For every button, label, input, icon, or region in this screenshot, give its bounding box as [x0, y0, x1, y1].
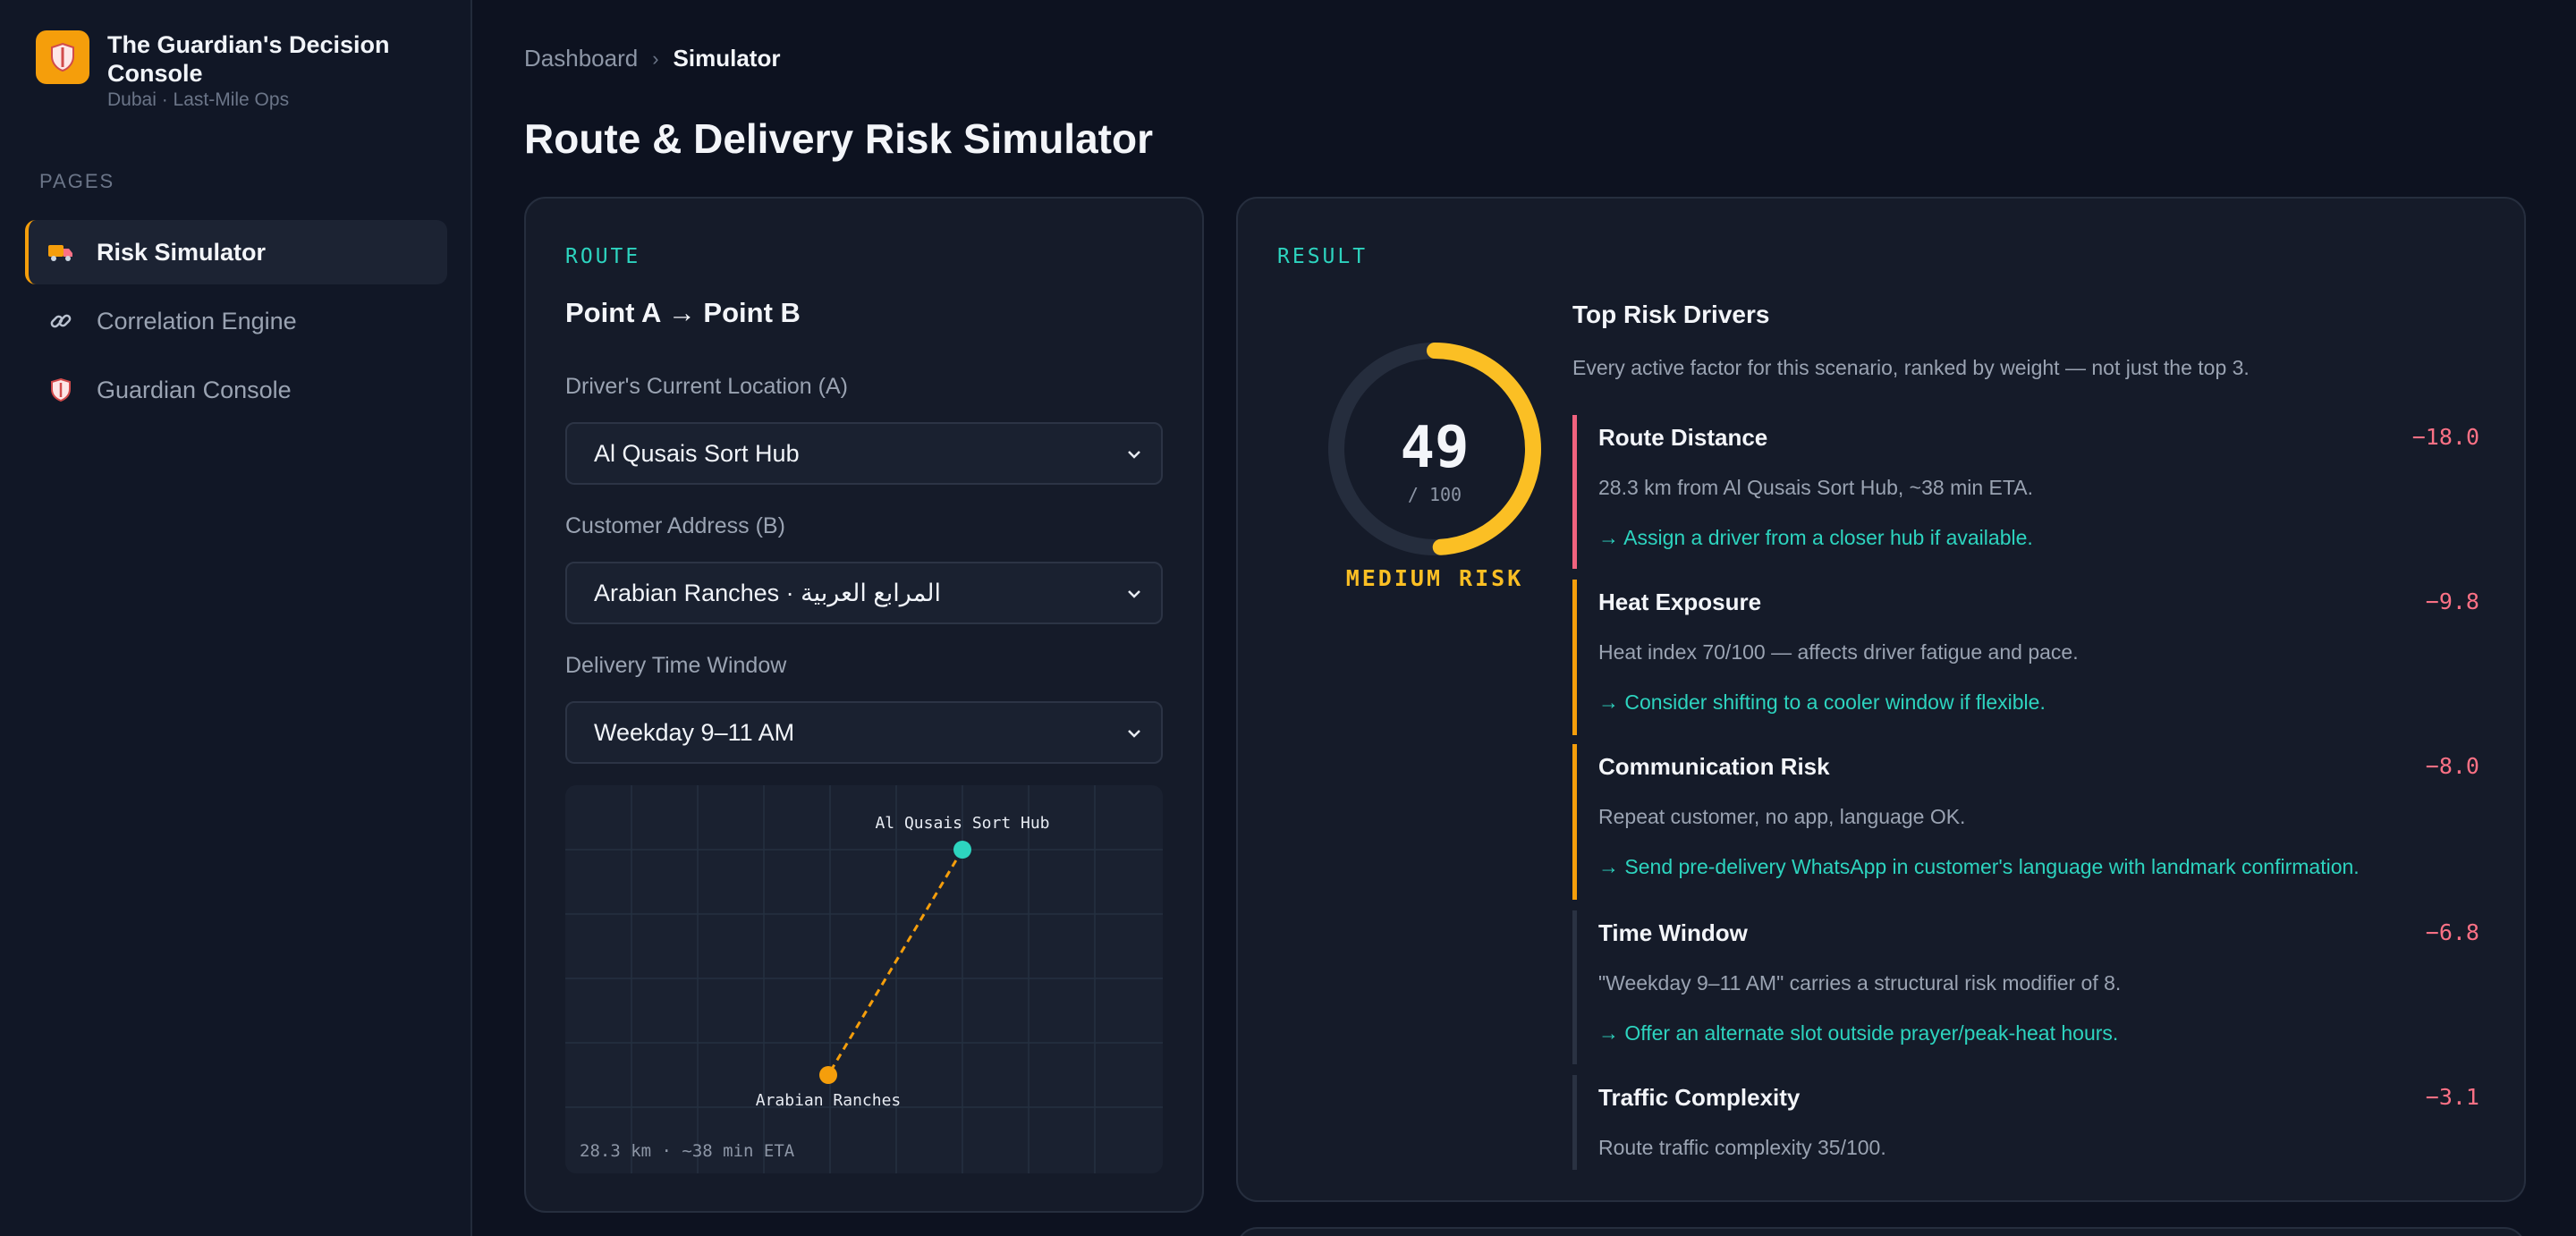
location-label: Driver's Current Location (A): [565, 374, 848, 399]
breadcrumb-separator: ›: [652, 47, 659, 70]
result-card: RESULT 49 / 100 MEDIUM RISK Top Risk Dri…: [1236, 197, 2526, 1202]
chevron-down-icon: [1128, 590, 1140, 598]
driver-description: Route traffic complexity 35/100.: [1598, 1136, 1886, 1159]
pages-section-label: PAGES: [39, 170, 115, 192]
link-icon: [47, 307, 75, 335]
page-title: Route & Delivery Risk Simulator: [524, 115, 1153, 162]
address-select-value: Arabian Ranches · المرابع العربية: [594, 579, 942, 606]
risk-score-max: / 100: [1408, 484, 1462, 505]
brand-subtitle: Dubai · Last-Mile Ops: [107, 89, 290, 110]
risk-driver-item: Traffic Complexity −3.1 Route traffic co…: [1572, 1075, 2479, 1170]
result-section-label: RESULT: [1277, 245, 1368, 268]
driver-action: → Assign a driver from a closer hub if a…: [1598, 526, 2033, 549]
sidebar-item-correlation-engine[interactable]: Correlation Engine: [25, 289, 447, 353]
risk-driver-item: Heat Exposure −9.8 Heat index 70/100 — a…: [1572, 580, 2479, 735]
driver-score: −8.0: [2425, 753, 2479, 779]
driver-score: −18.0: [2411, 424, 2479, 450]
route-section-label: ROUTE: [565, 245, 641, 268]
route-map-caption: 28.3 km · ~38 min ETA: [580, 1141, 795, 1161]
point-b-label: Arabian Ranches: [756, 1091, 902, 1110]
risk-driver-item: Route Distance −18.0 28.3 km from Al Qus…: [1572, 415, 2479, 569]
address-label: Customer Address (B): [565, 513, 785, 538]
driver-name: Time Window: [1598, 919, 1748, 946]
risk-score-value: 49: [1400, 415, 1469, 481]
point-b-marker: [819, 1066, 837, 1084]
time-window-select[interactable]: Weekday 9–11 AM: [565, 701, 1163, 764]
risk-level-label: MEDIUM RISK: [1345, 565, 1524, 591]
time-window-select-value: Weekday 9–11 AM: [594, 718, 795, 746]
sidebar-item-label: Guardian Console: [97, 376, 292, 403]
shield-icon: [47, 376, 75, 404]
driver-score: −9.8: [2425, 588, 2479, 614]
sidebar: The Guardian's Decision Console Dubai · …: [0, 0, 472, 1236]
location-select[interactable]: Al Qusais Sort Hub: [565, 422, 1163, 485]
next-card-peek: [1236, 1227, 2526, 1236]
shield-icon: [36, 30, 89, 84]
point-a-marker: [953, 841, 971, 859]
risk-score-gauge: 49 / 100: [1292, 306, 1578, 592]
route-title: Point A → Point B: [565, 297, 801, 328]
route-map[interactable]: Al Qusais Sort Hub Arabian Ranches 28.3 …: [565, 785, 1163, 1173]
driver-name: Communication Risk: [1598, 753, 1830, 780]
route-map-canvas: Al Qusais Sort Hub Arabian Ranches: [565, 785, 1163, 1173]
chevron-down-icon: [1128, 451, 1140, 459]
risk-driver-item: Time Window −6.8 "Weekday 9–11 AM" carri…: [1572, 910, 2479, 1064]
driver-description: Heat index 70/100 — affects driver fatig…: [1598, 640, 2079, 664]
driver-score: −6.8: [2425, 919, 2479, 945]
sidebar-item-label: Correlation Engine: [97, 307, 297, 334]
driver-action: → Consider shifting to a cooler window i…: [1598, 690, 2046, 714]
breadcrumb-dashboard-link[interactable]: Dashboard: [524, 45, 638, 72]
route-card: ROUTE Point A → Point B Driver's Current…: [524, 197, 1204, 1213]
time-window-label: Delivery Time Window: [565, 653, 787, 678]
chevron-down-icon: [1128, 730, 1140, 738]
drivers-title: Top Risk Drivers: [1572, 301, 1770, 328]
location-select-value: Al Qusais Sort Hub: [594, 439, 800, 467]
driver-name: Route Distance: [1598, 424, 1768, 451]
breadcrumb-current: Simulator: [673, 45, 781, 72]
driver-description: 28.3 km from Al Qusais Sort Hub, ~38 min…: [1598, 476, 2033, 499]
sidebar-nav: Risk Simulator Correlation Engine Guardi…: [25, 220, 447, 427]
driver-name: Heat Exposure: [1598, 588, 1762, 615]
address-select[interactable]: Arabian Ranches · المرابع العربية: [565, 562, 1163, 624]
brand: The Guardian's Decision Console Dubai · …: [36, 30, 465, 111]
sidebar-item-guardian-console[interactable]: Guardian Console: [25, 358, 447, 422]
driver-action: → Send pre-delivery WhatsApp in customer…: [1598, 855, 2360, 878]
driver-description: "Weekday 9–11 AM" carries a structural r…: [1598, 971, 2122, 995]
truck-icon: [47, 238, 75, 267]
breadcrumb: Dashboard › Simulator: [524, 45, 780, 72]
drivers-subtitle: Every active factor for this scenario, r…: [1572, 356, 2250, 379]
driver-action: → Offer an alternate slot outside prayer…: [1598, 1021, 2119, 1045]
brand-title: The Guardian's Decision Console: [107, 31, 390, 87]
point-a-label: Al Qusais Sort Hub: [875, 814, 1049, 833]
driver-name: Traffic Complexity: [1598, 1084, 1801, 1111]
sidebar-item-label: Risk Simulator: [97, 238, 267, 266]
risk-driver-item: Communication Risk −8.0 Repeat customer,…: [1572, 744, 2479, 900]
route-line: [826, 849, 964, 1076]
driver-description: Repeat customer, no app, language OK.: [1598, 805, 1966, 828]
driver-score: −3.1: [2425, 1084, 2479, 1110]
sidebar-item-risk-simulator[interactable]: Risk Simulator: [25, 220, 447, 284]
